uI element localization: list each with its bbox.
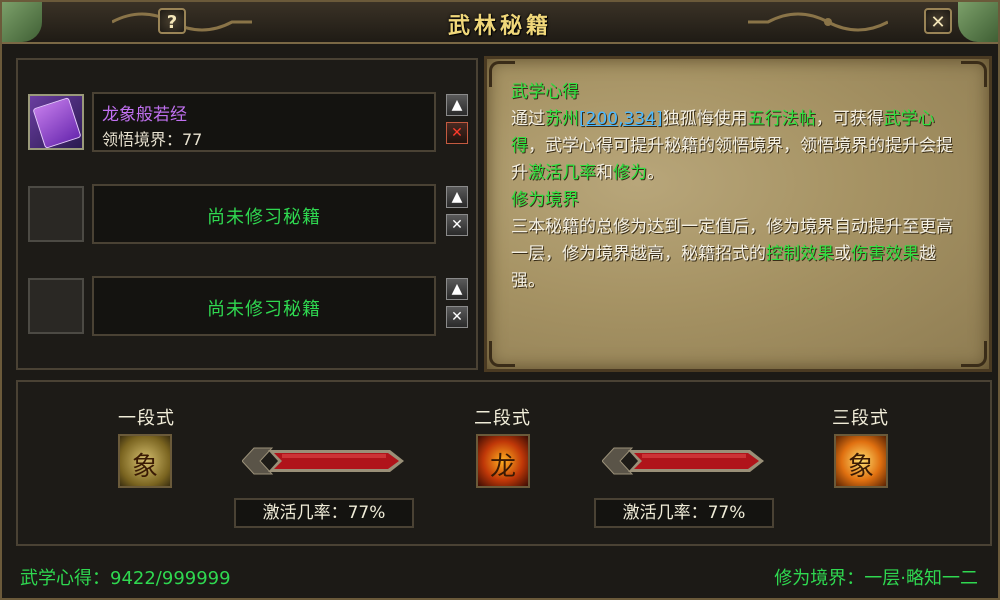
stage-3-glyph: 象 — [847, 452, 874, 482]
corner-ornament — [489, 341, 515, 367]
info-paragraph-1: 通过苏州[200,334]独孤悔使用五行法帖，可获得武学心得，武学心得可提升秘籍… — [511, 106, 961, 187]
book-3-up-button[interactable]: ▲ — [446, 278, 468, 300]
book-info-2: 尚未修习秘籍 — [92, 184, 436, 244]
book-slot-2[interactable] — [28, 186, 84, 242]
term-highlight: 修为 — [613, 163, 647, 183]
stage-1-label: 一段式 — [118, 408, 175, 429]
info-heading-1: 武学心得 — [511, 82, 579, 102]
info-text-run: 使用 — [713, 109, 748, 129]
books-panel: 龙象般若经 领悟境界：77 ▲ ✕ 尚未修习秘籍 ▲ ✕ 尚未修习秘籍 ▲ ✕ — [16, 58, 478, 370]
info-text-run: 通过 — [511, 109, 545, 129]
corner-ornament — [961, 61, 987, 87]
stages-panel: 一段式 象 激活几率：77% 二段式 龙 激活几率：77% 三段式 象 — [16, 380, 992, 546]
book-1-remove-button[interactable]: ✕ — [446, 122, 468, 144]
item-name: 五行法帖 — [747, 109, 816, 129]
book-name: 龙象般若经 — [102, 105, 187, 125]
secret-books-window: ? 武林秘籍 ✕ 龙象般若经 领悟境界：77 ▲ ✕ 尚未修习秘籍 ▲ ✕ 尚未… — [0, 0, 1000, 600]
activation-rate-2: 激活几率：77% — [594, 498, 774, 528]
activation-rate-1: 激活几率：77% — [234, 498, 414, 528]
martial-insight-status: 武学心得：9422/999999 — [20, 568, 231, 589]
info-text-run: 或 — [834, 244, 851, 264]
location-link[interactable]: 苏州 — [545, 109, 579, 129]
window-title: 武林秘籍 — [447, 14, 552, 39]
stage-2-glyph: 龙 — [489, 452, 516, 482]
book-3-remove-button[interactable]: ✕ — [446, 306, 468, 328]
coordinate-link[interactable]: [200,334] — [579, 109, 663, 129]
book-2-up-button[interactable]: ▲ — [446, 186, 468, 208]
book-slot-3[interactable] — [28, 278, 84, 334]
term-highlight: 控制效果 — [766, 244, 834, 264]
corner-ornament — [961, 341, 987, 367]
book-1-up-button[interactable]: ▲ — [446, 94, 468, 116]
title-bar: ? 武林秘籍 ✕ — [2, 2, 998, 44]
elephant-skill-icon[interactable]: 象 — [118, 434, 172, 488]
stage-1-glyph: 象 — [131, 452, 158, 482]
cultivation-realm-status: 修为境界：一层·略知一二 — [774, 568, 978, 589]
book-empty-label: 尚未修习秘籍 — [207, 299, 321, 320]
stage-arrow-2 — [602, 447, 764, 475]
stage-arrow-1 — [242, 447, 404, 475]
book-slot-1[interactable] — [28, 94, 84, 150]
close-button[interactable]: ✕ — [924, 8, 952, 34]
info-text-run: 和 — [596, 163, 613, 183]
dragon-skill-icon[interactable]: 龙 — [476, 434, 530, 488]
info-text-run: ，可获得 — [815, 109, 884, 129]
npc-name: 独孤悔 — [662, 109, 714, 129]
book-level: 领悟境界：77 — [102, 130, 203, 149]
book-info-3: 尚未修习秘籍 — [92, 276, 436, 336]
term-highlight: 激活几率 — [528, 163, 596, 183]
info-panel: 武学心得 通过苏州[200,334]独孤悔使用五行法帖，可获得武学心得，武学心得… — [484, 56, 992, 372]
book-empty-label: 尚未修习秘籍 — [207, 207, 321, 228]
book-2-remove-button[interactable]: ✕ — [446, 214, 468, 236]
info-text-run: 。 — [647, 163, 664, 183]
info-heading-2: 修为境界 — [511, 190, 579, 210]
term-highlight: 伤害效果 — [851, 244, 919, 264]
info-paragraph-2: 三本秘籍的总修为达到一定值后，修为境界自动提升至更高一层，修为境界越高，秘籍招式… — [511, 214, 961, 295]
book-row-3: 尚未修习秘籍 ▲ ✕ — [28, 276, 468, 336]
book-row-1: 龙象般若经 领悟境界：77 ▲ ✕ — [28, 92, 468, 152]
book-icon — [32, 97, 82, 149]
stage-3-label: 三段式 — [832, 408, 889, 429]
golden-elephant-skill-icon[interactable]: 象 — [834, 434, 888, 488]
book-info-1: 龙象般若经 领悟境界：77 — [92, 92, 436, 152]
book-row-2: 尚未修习秘籍 ▲ ✕ — [28, 184, 468, 244]
info-text: 武学心得 通过苏州[200,334]独孤悔使用五行法帖，可获得武学心得，武学心得… — [511, 79, 961, 295]
stage-2-label: 二段式 — [474, 408, 531, 429]
